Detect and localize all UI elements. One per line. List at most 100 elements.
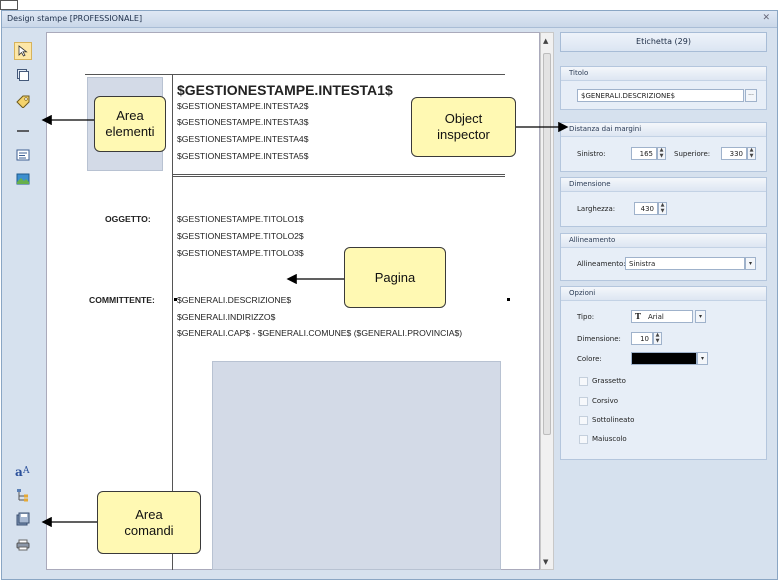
group-margini: Distanza dai margini Sinistro: 165 ▲ ▼ Su… bbox=[560, 122, 767, 172]
grassetto-label: Grassetto bbox=[592, 377, 626, 385]
save-command[interactable] bbox=[14, 510, 32, 528]
scroll-thumb[interactable] bbox=[543, 53, 551, 435]
font-command[interactable]: aA bbox=[14, 462, 32, 480]
sinistro-input[interactable]: 165 bbox=[631, 147, 657, 160]
sinistro-spinner[interactable]: ▲ ▼ bbox=[657, 147, 666, 160]
elements-toolbar: aA bbox=[10, 24, 34, 564]
font-icon: aA bbox=[15, 465, 30, 478]
scroll-down-icon[interactable]: ▼ bbox=[543, 558, 548, 566]
callout-pagina: Pagina bbox=[344, 247, 446, 308]
corsivo-label: Corsivo bbox=[592, 397, 619, 405]
header-top-rule bbox=[85, 74, 505, 75]
larghezza-label: Larghezza: bbox=[577, 205, 616, 213]
page-scrollbar[interactable]: ▲ ▼ bbox=[540, 32, 554, 570]
corner-marker bbox=[0, 0, 18, 10]
field-icon bbox=[16, 149, 30, 161]
callout-text: Object inspector bbox=[437, 111, 490, 142]
image-placeholder[interactable] bbox=[212, 361, 501, 570]
dimensione-input[interactable]: 10 bbox=[631, 332, 653, 345]
oggetto-line[interactable]: $GESTIONESTAMPE.TITOLO2$ bbox=[177, 231, 304, 241]
tree-icon bbox=[17, 489, 28, 502]
pointer-tool[interactable] bbox=[14, 42, 32, 60]
group-allineamento: Allineamento Allineamento: Sinistra ▾ bbox=[560, 233, 767, 281]
callout-text: Area elementi bbox=[105, 108, 155, 139]
titolo-browse-button[interactable]: ··· bbox=[745, 89, 757, 102]
maiuscolo-label: Maiuscolo bbox=[592, 435, 627, 443]
committente-line[interactable]: $GENERALI.INDIRIZZO$ bbox=[177, 312, 275, 322]
committente-line[interactable]: $GENERALI.DESCRIZIONE$ bbox=[177, 295, 291, 305]
chevron-down-icon[interactable]: ▾ bbox=[745, 257, 756, 270]
print-icon bbox=[16, 539, 30, 551]
group-title: Opzioni bbox=[561, 287, 766, 301]
selection-handle-left[interactable] bbox=[174, 298, 177, 301]
group-title: Distanza dai margini bbox=[561, 123, 766, 137]
group-title: Allineamento bbox=[561, 234, 766, 248]
text-label-icon bbox=[16, 95, 30, 108]
close-icon[interactable]: ✕ bbox=[762, 13, 770, 23]
svg-text:a: a bbox=[15, 465, 23, 478]
selection-handle-right[interactable] bbox=[507, 298, 510, 301]
committente-label[interactable]: COMMITTENTE: bbox=[89, 295, 155, 305]
superiore-label: Superiore: bbox=[674, 150, 711, 158]
chevron-down-icon[interactable]: ▾ bbox=[697, 352, 708, 365]
label-tool[interactable] bbox=[14, 92, 32, 110]
field-tool[interactable] bbox=[14, 146, 32, 164]
allineamento-select[interactable]: Sinistra bbox=[625, 257, 745, 270]
header-line[interactable]: $GESTIONESTAMPE.INTESTA4$ bbox=[177, 134, 308, 144]
group-opzioni: Opzioni Tipo: Arial T ▾ Dimensione: 10 ▲… bbox=[560, 286, 767, 460]
titolo-field[interactable]: $GENERALI.DESCRIZIONE$ bbox=[577, 89, 744, 102]
larghezza-spinner[interactable]: ▲ ▼ bbox=[658, 202, 667, 215]
committente-line[interactable]: $GENERALI.CAP$ - $GENERALI.COMUNE$ ($GEN… bbox=[177, 328, 462, 338]
frame-tool[interactable] bbox=[14, 66, 32, 84]
print-command[interactable] bbox=[14, 536, 32, 554]
corsivo-checkbox[interactable] bbox=[579, 397, 588, 406]
title-bar: Design stampe [PROFESSIONALE] ✕ bbox=[2, 11, 777, 28]
tipo-label: Tipo: bbox=[577, 313, 595, 321]
group-title: Dimensione bbox=[561, 178, 766, 192]
colore-swatch[interactable] bbox=[631, 352, 697, 365]
save-icon bbox=[16, 512, 30, 526]
object-inspector: Etichetta (29) Titolo $GENERALI.DESCRIZI… bbox=[560, 32, 767, 570]
sottolineato-checkbox[interactable] bbox=[579, 416, 588, 425]
allineamento-label: Allineamento: bbox=[577, 260, 626, 268]
frame-icon bbox=[17, 69, 29, 81]
tree-command[interactable] bbox=[14, 486, 32, 504]
header-bottom-rule bbox=[172, 174, 505, 175]
dimensione-label: Dimensione: bbox=[577, 335, 621, 343]
scroll-up-icon[interactable]: ▲ bbox=[543, 37, 548, 45]
image-tool[interactable] bbox=[14, 170, 32, 188]
inspector-heading: Etichetta (29) bbox=[560, 32, 767, 52]
dimensione-spinner[interactable]: ▲ ▼ bbox=[653, 332, 662, 345]
group-title: Titolo bbox=[561, 67, 766, 81]
grassetto-checkbox[interactable] bbox=[579, 377, 588, 386]
callout-text: Area comandi bbox=[124, 506, 174, 538]
superiore-spinner[interactable]: ▲ ▼ bbox=[747, 147, 756, 160]
group-dimensione: Dimensione Larghezza: 430 ▲ ▼ bbox=[560, 177, 767, 227]
callout-object-inspector: Object inspector bbox=[411, 97, 516, 157]
oggetto-line[interactable]: $GESTIONESTAMPE.TITOLO3$ bbox=[177, 248, 304, 258]
maiuscolo-checkbox[interactable] bbox=[579, 435, 588, 444]
chevron-down-icon[interactable]: ▾ bbox=[695, 310, 706, 323]
line-icon bbox=[17, 130, 29, 132]
pointer-icon bbox=[18, 45, 28, 57]
sinistro-label: Sinistro: bbox=[577, 150, 606, 158]
sottolineato-label: Sottolineato bbox=[592, 416, 635, 424]
header-bottom-rule-2 bbox=[172, 176, 505, 177]
larghezza-input[interactable]: 430 bbox=[634, 202, 658, 215]
header-main-field[interactable]: $GESTIONESTAMPE.INTESTA1$ bbox=[177, 82, 393, 98]
callout-text: Pagina bbox=[374, 269, 416, 285]
header-line[interactable]: $GESTIONESTAMPE.INTESTA2$ bbox=[177, 101, 308, 111]
callout-area-comandi: Area comandi bbox=[97, 491, 201, 554]
callout-area-elementi: Area elementi bbox=[94, 96, 166, 152]
oggetto-label[interactable]: OGGETTO: bbox=[105, 214, 151, 224]
svg-text:A: A bbox=[22, 466, 30, 476]
header-line[interactable]: $GESTIONESTAMPE.INTESTA3$ bbox=[177, 117, 308, 127]
window-title: Design stampe [PROFESSIONALE] bbox=[7, 14, 143, 23]
superiore-input[interactable]: 330 bbox=[721, 147, 747, 160]
colore-label: Colore: bbox=[577, 355, 602, 363]
group-titolo: Titolo $GENERALI.DESCRIZIONE$ ··· bbox=[560, 66, 767, 110]
header-line[interactable]: $GESTIONESTAMPE.INTESTA5$ bbox=[177, 151, 308, 161]
oggetto-line[interactable]: $GESTIONESTAMPE.TITOLO1$ bbox=[177, 214, 304, 224]
font-type-icon: T bbox=[635, 311, 641, 321]
line-tool[interactable] bbox=[14, 122, 32, 140]
